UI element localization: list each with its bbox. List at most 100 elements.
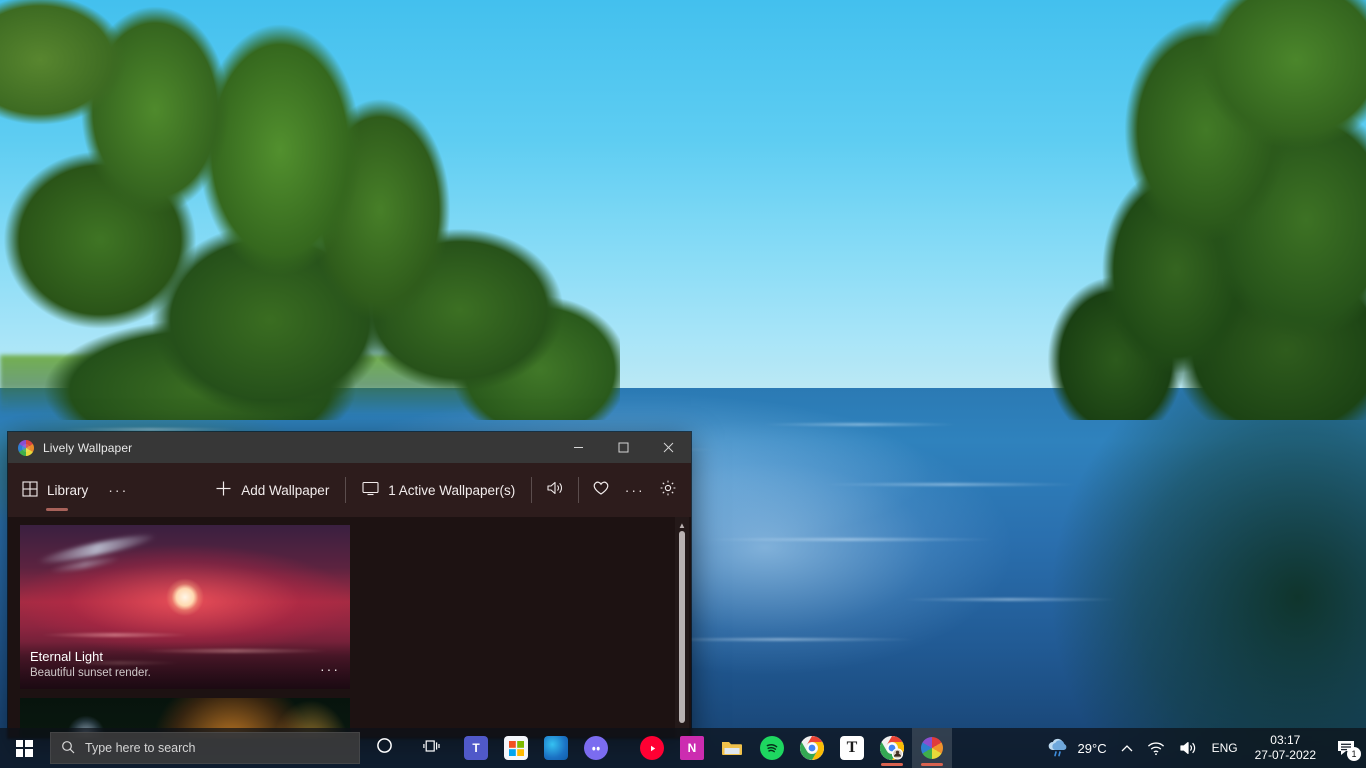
clock-date: 27-07-2022 — [1254, 748, 1316, 762]
tab-library-indicator — [46, 508, 68, 511]
wallpaper-card-menu-button[interactable]: ··· — [320, 661, 340, 680]
show-hidden-icons-button[interactable] — [1114, 728, 1140, 768]
search-icon — [61, 740, 75, 757]
gear-icon — [659, 479, 677, 502]
app-running-indicator — [545, 763, 567, 766]
notifications-button[interactable]: 1 — [1326, 728, 1366, 768]
favorites-button[interactable] — [584, 463, 618, 517]
youtube-music-icon — [640, 736, 664, 760]
clock-time: 03:17 — [1270, 733, 1301, 747]
wallpaper-description: Beautiful sunset render. — [30, 667, 151, 679]
wallpaper-grid: Eternal Light Beautiful sunset render. ·… — [8, 517, 691, 738]
app-running-indicator — [681, 763, 703, 766]
left-tree-canopy — [0, 0, 620, 420]
cortana-circle-icon — [376, 737, 393, 759]
settings-button[interactable] — [651, 463, 685, 517]
close-button[interactable] — [646, 432, 691, 463]
app-running-indicator — [841, 763, 863, 766]
window-titlebar[interactable]: Lively Wallpaper — [8, 432, 691, 463]
add-wallpaper-label: Add Wallpaper — [241, 482, 330, 498]
volume-button[interactable] — [538, 463, 572, 517]
speaker-icon — [1179, 741, 1195, 755]
wallpaper-card-eternal-light[interactable]: Eternal Light Beautiful sunset render. ·… — [20, 525, 350, 689]
lively-app-icon — [18, 439, 34, 456]
window-title: Lively Wallpaper — [43, 440, 133, 455]
taskbar-app-microsoft-store[interactable] — [496, 728, 536, 768]
clock-button[interactable]: 03:17 27-07-2022 — [1245, 728, 1326, 768]
tab-library-label: Library — [47, 482, 89, 498]
library-overflow-label: ··· — [108, 482, 129, 498]
google-chrome-icon — [800, 736, 824, 760]
heart-icon — [592, 479, 610, 501]
onenote-icon: N — [680, 736, 704, 760]
taskbar-app-microsoft-edge[interactable] — [536, 728, 576, 768]
language-label: ENG — [1211, 741, 1238, 755]
system-tray: 29°C ENG 03:17 27-07-2022 1 — [1039, 728, 1366, 768]
window-controls — [556, 432, 691, 463]
desktop-screen: Lively Wallpaper Library ··· Add Wallpap… — [0, 0, 1366, 768]
taskbar-app-teams[interactable]: T — [456, 728, 496, 768]
taskbar-app-youtube-music[interactable] — [632, 728, 672, 768]
notifications-badge: 1 — [1347, 747, 1361, 761]
app-running-indicator — [585, 763, 607, 766]
scrollbar-thumb[interactable] — [679, 531, 685, 723]
library-overflow-button[interactable]: ··· — [98, 463, 138, 517]
taskbar-app-chrome-profile[interactable] — [872, 728, 912, 768]
temperature-label: 29°C — [1077, 740, 1107, 756]
start-button[interactable] — [0, 728, 48, 768]
active-wallpapers-button[interactable]: 1 Active Wallpaper(s) — [352, 463, 525, 517]
monitor-icon — [362, 481, 379, 499]
wifi-icon — [1147, 741, 1164, 755]
app-running-indicator — [641, 763, 663, 766]
task-view-icon — [423, 738, 441, 759]
weather-widget[interactable]: 29°C — [1039, 728, 1114, 768]
app-running-indicator — [921, 763, 943, 766]
app-running-indicator — [505, 763, 527, 766]
windows-logo-icon — [15, 739, 33, 757]
discord-icon — [584, 736, 608, 760]
library-scrollbar[interactable]: ▲ — [675, 517, 689, 738]
taskbar-app-google-chrome[interactable] — [792, 728, 832, 768]
lively-wallpaper-window[interactable]: Lively Wallpaper Library ··· Add Wallpap… — [8, 432, 691, 738]
plus-icon — [215, 480, 232, 500]
maximize-button[interactable] — [601, 432, 646, 463]
right-tree-canopy — [956, 0, 1366, 420]
more-options-button[interactable]: ··· — [618, 463, 652, 517]
texstudio-icon: T — [840, 736, 864, 760]
scroll-up-arrow[interactable]: ▲ — [675, 519, 689, 531]
add-wallpaper-button[interactable]: Add Wallpaper — [205, 463, 339, 517]
language-button[interactable]: ENG — [1205, 728, 1245, 768]
app-running-indicator — [881, 763, 903, 766]
minimize-button[interactable] — [556, 432, 601, 463]
taskbar-app-onenote[interactable]: N — [672, 728, 712, 768]
app-running-indicator — [761, 763, 783, 766]
toolbar-divider — [345, 477, 347, 503]
teams-icon: T — [464, 736, 488, 760]
taskbar-app-texstudio[interactable]: T — [832, 728, 872, 768]
toolbar-divider-3 — [577, 477, 579, 503]
app-toolbar: Library ··· Add Wallpaper 1 Active Wallp… — [8, 463, 691, 517]
app-running-indicator — [465, 763, 487, 766]
taskbar-app-lively-wallpaper[interactable] — [912, 728, 952, 768]
chrome-profile-icon — [880, 736, 904, 760]
cloud-rain-icon — [1046, 737, 1070, 760]
taskbar-app-spotify[interactable] — [752, 728, 792, 768]
library-content: Eternal Light Beautiful sunset render. ·… — [8, 517, 691, 738]
lively-wallpaper-icon — [920, 736, 944, 760]
search-placeholder: Type here to search — [85, 741, 196, 755]
speaker-icon — [546, 480, 564, 501]
search-input[interactable]: Type here to search — [50, 732, 360, 764]
toolbar-divider-2 — [531, 477, 533, 503]
microsoft-edge-icon — [544, 736, 568, 760]
task-view-button[interactable] — [408, 728, 456, 768]
volume-tray-button[interactable] — [1172, 728, 1205, 768]
microsoft-store-icon — [504, 736, 528, 760]
taskbar-app-file-explorer[interactable] — [712, 728, 752, 768]
app-running-indicator — [721, 763, 743, 766]
network-button[interactable] — [1140, 728, 1172, 768]
cortana-button[interactable] — [360, 728, 408, 768]
taskbar-app-discord[interactable] — [576, 728, 616, 768]
chevron-up-icon — [1121, 744, 1133, 751]
more-options-label: ··· — [624, 482, 645, 498]
windows-taskbar: Type here to search T N T 29°C ENG 03:17… — [0, 728, 1366, 768]
